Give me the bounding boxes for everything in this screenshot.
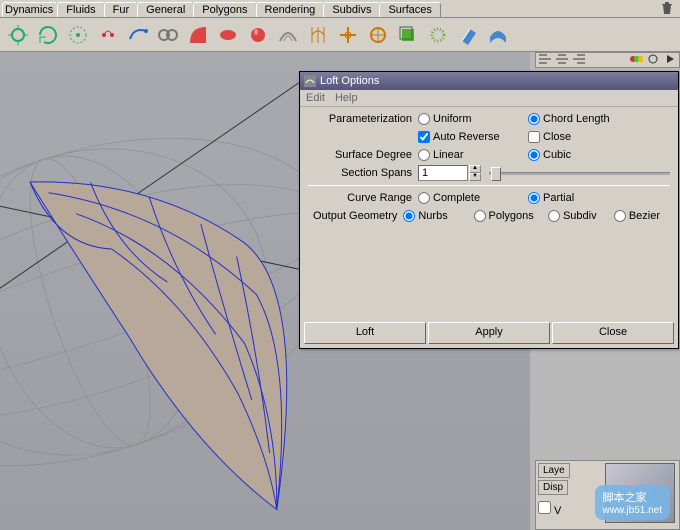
check-close[interactable]: Close	[528, 131, 571, 143]
align-right-icon[interactable]	[572, 53, 586, 65]
shelf-btn-10[interactable]	[274, 21, 302, 49]
shelf-btn-7[interactable]	[184, 21, 212, 49]
right-icon-strip	[535, 52, 680, 68]
tab-polygons[interactable]: Polygons	[193, 2, 256, 17]
menu-help[interactable]: Help	[335, 92, 358, 104]
app-icon	[304, 75, 316, 87]
label-parameterization: Parameterization	[308, 113, 418, 125]
menu-edit[interactable]: Edit	[306, 92, 325, 104]
shelf-btn-5[interactable]	[124, 21, 152, 49]
apply-button[interactable]: Apply	[428, 322, 550, 344]
shelf-btn-14[interactable]	[394, 21, 422, 49]
circle-icon[interactable]	[646, 53, 660, 65]
trash-icon[interactable]	[660, 1, 674, 18]
radio-subdiv[interactable]: Subdiv	[548, 210, 604, 222]
shelf-btn-17[interactable]	[484, 21, 512, 49]
shelf-btn-11[interactable]	[304, 21, 332, 49]
shelf-btn-6[interactable]	[154, 21, 182, 49]
dialog-title: Loft Options	[320, 75, 379, 87]
tab-rendering[interactable]: Rendering	[256, 2, 325, 17]
shelf-btn-16[interactable]	[454, 21, 482, 49]
shelf-btn-13[interactable]	[364, 21, 392, 49]
align-center-icon[interactable]	[555, 53, 569, 65]
shelf-btn-4[interactable]	[94, 21, 122, 49]
palette-icon[interactable]	[629, 53, 643, 65]
shelf-btn-8[interactable]	[214, 21, 242, 49]
tab-dynamics[interactable]: Dynamics	[2, 2, 58, 17]
play-icon[interactable]	[663, 53, 677, 65]
vis-checkbox[interactable]	[538, 501, 551, 514]
shelf-btn-1[interactable]	[4, 21, 32, 49]
section-spans-spinner[interactable]: ▲▼	[469, 165, 481, 181]
section-spans-slider[interactable]	[489, 165, 670, 181]
watermark: 脚本之家 www.jb51.net	[595, 485, 670, 520]
tab-subdivs[interactable]: Subdivs	[323, 2, 380, 17]
radio-partial[interactable]: Partial	[528, 192, 574, 204]
shelf-btn-2[interactable]	[34, 21, 62, 49]
radio-complete[interactable]: Complete	[418, 192, 518, 204]
shelf-btn-9[interactable]	[244, 21, 272, 49]
label-section-spans: Section Spans	[308, 167, 418, 179]
tab-surfaces[interactable]: Surfaces	[379, 2, 440, 17]
dialog-titlebar[interactable]: Loft Options	[300, 72, 678, 90]
radio-cubic[interactable]: Cubic	[528, 149, 571, 161]
radio-nurbs[interactable]: Nurbs	[403, 210, 463, 222]
radio-bezier[interactable]: Bezier	[614, 210, 660, 222]
tab-fluids[interactable]: Fluids	[57, 2, 104, 17]
loft-button[interactable]: Loft	[304, 322, 426, 344]
dialog-menu: Edit Help	[300, 90, 678, 107]
label-output-geometry: Output Geometry	[308, 210, 403, 222]
shelf-toolbar	[0, 18, 680, 52]
check-auto-reverse[interactable]: Auto Reverse	[418, 131, 518, 143]
display-tab[interactable]: Disp	[538, 480, 568, 495]
radio-chord-length[interactable]: Chord Length	[528, 113, 610, 125]
radio-uniform[interactable]: Uniform	[418, 113, 518, 125]
loft-options-dialog: Loft Options Edit Help Parameterization …	[299, 71, 679, 349]
shelf-btn-15[interactable]	[424, 21, 452, 49]
align-left-icon[interactable]	[538, 53, 552, 65]
section-spans-input[interactable]	[418, 165, 468, 181]
radio-linear[interactable]: Linear	[418, 149, 518, 161]
layers-tab[interactable]: Laye	[538, 463, 570, 478]
label-curve-range: Curve Range	[308, 192, 418, 204]
shelf-tabs: Dynamics Fluids Fur General Polygons Ren…	[0, 0, 680, 18]
radio-polygons[interactable]: Polygons	[474, 210, 538, 222]
shelf-btn-12[interactable]	[334, 21, 362, 49]
shelf-btn-3[interactable]	[64, 21, 92, 49]
close-button[interactable]: Close	[552, 322, 674, 344]
label-surface-degree: Surface Degree	[308, 149, 418, 161]
tab-general[interactable]: General	[137, 2, 194, 17]
tab-fur[interactable]: Fur	[104, 2, 139, 17]
